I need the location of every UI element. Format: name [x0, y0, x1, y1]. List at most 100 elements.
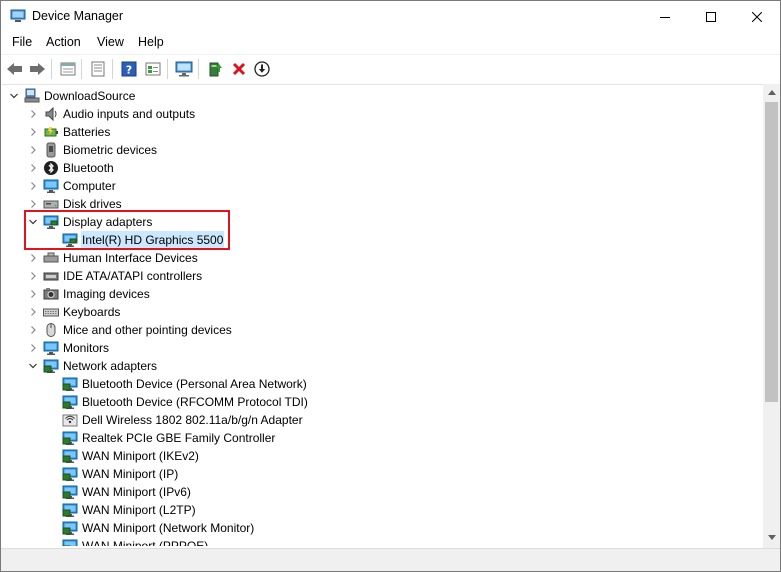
forward-button[interactable]: [27, 59, 47, 79]
toolbar-separator: [81, 59, 82, 79]
tree-expander[interactable]: [27, 303, 39, 321]
tree-expander[interactable]: [27, 177, 39, 195]
scroll-up-button[interactable]: [763, 84, 780, 101]
tree-expander[interactable]: [27, 105, 39, 123]
device-manager-window: Device Manager File Action View Help ? D…: [0, 0, 781, 572]
tree-expander: [46, 465, 58, 483]
close-button[interactable]: [734, 1, 780, 32]
tree-category-item[interactable]: Monitors: [27, 339, 110, 357]
keyboard-icon: [43, 304, 59, 320]
help-button[interactable]: ?: [119, 59, 139, 79]
menu-view[interactable]: View: [95, 35, 126, 49]
uninstall-device-button[interactable]: [229, 59, 249, 79]
maximize-button[interactable]: [688, 1, 734, 32]
scroll-thumb[interactable]: [765, 102, 778, 402]
tree-item-label: Batteries: [63, 125, 111, 139]
chevron-down-icon: [767, 535, 776, 540]
scroll-down-button[interactable]: [763, 529, 780, 546]
chevron-right-icon: [31, 344, 36, 352]
tree-device-item[interactable]: WAN Miniport (L2TP): [46, 501, 197, 519]
back-button[interactable]: [5, 59, 25, 79]
tree-expander[interactable]: [27, 321, 39, 339]
tree-device-item[interactable]: Dell Wireless 1802 802.11a/b/g/n Adapter: [46, 411, 304, 429]
tree-item-label: Bluetooth Device (RFCOMM Protocol TDI): [82, 395, 308, 409]
tree-item-label: Realtek PCIe GBE Family Controller: [82, 431, 276, 445]
minimize-button[interactable]: [642, 1, 688, 32]
tree-expander: [46, 519, 58, 537]
title-bar[interactable]: Device Manager: [1, 1, 780, 32]
tree-device-item[interactable]: Bluetooth Device (RFCOMM Protocol TDI): [46, 393, 309, 411]
bluetooth-icon: [43, 160, 59, 176]
tree-device-item[interactable]: WAN Miniport (IP): [46, 465, 179, 483]
tree-expander[interactable]: [27, 339, 39, 357]
tree-device-item[interactable]: Bluetooth Device (Personal Area Network): [46, 375, 308, 393]
tree-expander: [46, 537, 58, 546]
chevron-up-icon: [767, 90, 776, 95]
tree-item-label: WAN Miniport (IP): [82, 467, 179, 481]
list-view-button[interactable]: [88, 59, 108, 79]
tree-item-label: Audio inputs and outputs: [63, 107, 196, 121]
tree-expander[interactable]: [27, 285, 39, 303]
network-adapter-icon: [62, 466, 78, 482]
tree-device-item[interactable]: WAN Miniport (PPPOE): [46, 537, 209, 546]
window-title: Device Manager: [32, 9, 124, 23]
tree-item-label: Keyboards: [63, 305, 121, 319]
svg-text:?: ?: [126, 64, 132, 77]
monitor-icon: [43, 340, 59, 356]
tree-category-item[interactable]: Mice and other pointing devices: [27, 321, 233, 339]
root-computer-icon: [24, 88, 40, 104]
tree-item-label: Computer: [63, 179, 116, 193]
tree-category-item[interactable]: Bluetooth: [27, 159, 115, 177]
tree-category-item[interactable]: Human Interface Devices: [27, 249, 199, 267]
tree-category-item[interactable]: Batteries: [27, 123, 111, 141]
toolbar-separator: [198, 59, 199, 79]
network-adapter-icon: [62, 448, 78, 464]
network-adapter-icon: [62, 502, 78, 518]
tree-item-label: Human Interface Devices: [63, 251, 198, 265]
tree-root-item[interactable]: DownloadSource: [8, 87, 136, 105]
network-adapter-icon: [62, 430, 78, 446]
tree-device-item[interactable]: Realtek PCIe GBE Family Controller: [46, 429, 276, 447]
scan-hardware-button[interactable]: [174, 59, 194, 79]
tree-device-item[interactable]: WAN Miniport (IKEv2): [46, 447, 200, 465]
download-circle-icon: [254, 61, 270, 77]
properties-button[interactable]: [58, 59, 78, 79]
tree-expander[interactable]: [8, 87, 20, 105]
tree-expander[interactable]: [27, 141, 39, 159]
tree-category-item[interactable]: Biometric devices: [27, 141, 158, 159]
chevron-down-icon: [10, 93, 18, 99]
tree-item-label: Imaging devices: [63, 287, 150, 301]
toolbar-separator: [51, 59, 52, 79]
minimize-icon: [660, 16, 670, 18]
tree-category-item[interactable]: Keyboards: [27, 303, 121, 321]
tree-item-label: Mice and other pointing devices: [63, 323, 232, 337]
status-bar: [1, 548, 780, 571]
wireless-adapter-icon: [62, 412, 78, 428]
vertical-scrollbar[interactable]: [763, 84, 780, 546]
menu-action[interactable]: Action: [44, 35, 83, 49]
tree-expander[interactable]: [27, 123, 39, 141]
chevron-down-icon: [29, 363, 37, 369]
download-button[interactable]: [252, 59, 272, 79]
tree-category-item[interactable]: Audio inputs and outputs: [27, 105, 196, 123]
resource-view-button[interactable]: [143, 59, 163, 79]
battery-icon: [43, 124, 59, 140]
toolbar-separator: [112, 59, 113, 79]
speaker-icon: [43, 106, 59, 122]
tree-category-item[interactable]: Computer: [27, 177, 117, 195]
tree-device-item[interactable]: WAN Miniport (IPv6): [46, 483, 192, 501]
menu-file[interactable]: File: [10, 35, 34, 49]
tree-device-item[interactable]: WAN Miniport (Network Monitor): [46, 519, 255, 537]
tree-category-item[interactable]: Network adapters: [27, 357, 158, 375]
tree-item-label: Dell Wireless 1802 802.11a/b/g/n Adapter: [82, 413, 303, 427]
tree-expander[interactable]: [27, 249, 39, 267]
tree-expander[interactable]: [27, 357, 39, 375]
tree-expander[interactable]: [27, 159, 39, 177]
tree-expander[interactable]: [27, 267, 39, 285]
update-driver-button[interactable]: [205, 59, 225, 79]
menu-help[interactable]: Help: [136, 35, 166, 49]
device-tree[interactable]: DownloadSource Audio inputs and outputs Ba…: [2, 84, 763, 546]
tree-category-item[interactable]: IDE ATA/ATAPI controllers: [27, 267, 203, 285]
tree-expander: [46, 411, 58, 429]
tree-category-item[interactable]: Imaging devices: [27, 285, 151, 303]
